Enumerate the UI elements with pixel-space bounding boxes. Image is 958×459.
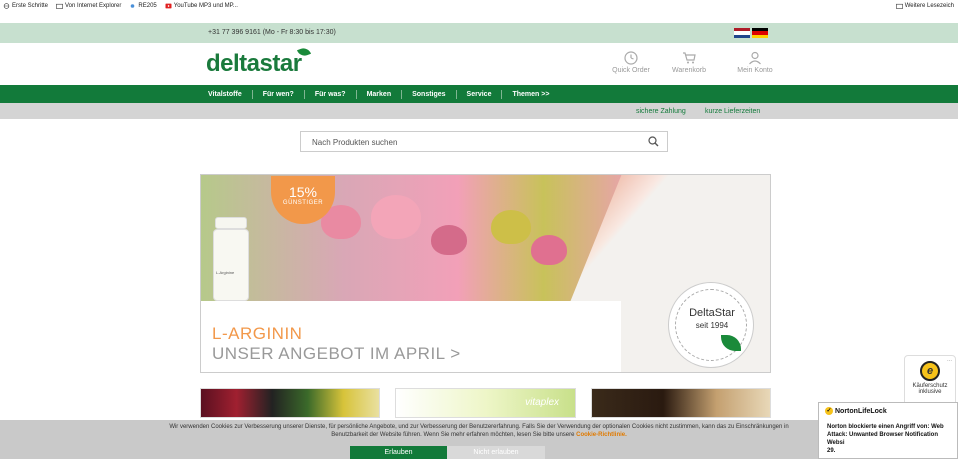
nav-item-themen[interactable]: Themen >> [502,90,559,99]
cookie-banner: Wir verwenden Cookies zur Verbesserung u… [0,420,958,459]
trust-bar: sichere Zahlung kurze Lieferzeiten [0,103,958,119]
trusted-shops-icon: e [920,361,940,381]
bookmark-youtube[interactable]: YouTube MP3 und MP... [165,3,238,9]
cart-label: Warenkorb [672,67,706,74]
nav-item-marken[interactable]: Marken [357,89,403,99]
deltastar-seal: DeltaStar seit 1994 [668,282,754,368]
phone-number: +31 77 396 9161 (Mo - Fr 8:30 bis 17:30) [208,29,336,36]
trusted-shops-badge[interactable]: ... e Käuferschutz inklusive [904,355,956,407]
search-icon[interactable] [648,136,659,147]
bookmark-label: Erste Schritte [12,3,49,9]
youtube-icon [165,3,172,9]
norton-brand: ✓ NortonLifeLock [825,407,887,415]
cookie-text-line1: Wir verwenden Cookies zur Verbesserung u… [169,424,789,430]
bookmark-erste-schritte[interactable]: Erste Schritte [3,3,48,9]
discount-text: GÜNSTIGER [282,200,324,206]
bookmark-label: Von Internet Explorer [65,3,122,9]
folder-icon [56,3,64,9]
top-info-bar: +31 77 396 9161 (Mo - Fr 8:30 bis 17:30) [0,23,958,43]
folder-icon [895,3,903,9]
promo-tile-fruits[interactable] [200,388,380,418]
bookmark-internet-explorer[interactable]: Von Internet Explorer [56,3,121,9]
secure-payment-link[interactable]: sichere Zahlung [636,108,686,115]
cart-link[interactable]: Warenkorb [664,51,714,74]
hero-banner[interactable]: 15% GÜNSTIGER L-Arginine L-ARGININ UNSER… [200,174,771,373]
seal-name: DeltaStar [689,307,735,319]
site-logo[interactable]: deltastar [206,46,311,78]
cookie-text-line2-body: Benutzbarkeit der Website führen. Wenn S… [331,432,575,438]
discount-percent: 15% [288,184,318,200]
banner-offer-link[interactable]: UNSER ANGEBOT IM APRIL > [212,344,461,364]
search-placeholder: Nach Produkten suchen [312,138,398,147]
user-icon [749,51,761,65]
bottle-label: L-Arginine [216,270,235,275]
de-flag[interactable] [752,28,768,38]
bookmark-more[interactable]: Weitere Lesezeich [895,0,954,12]
bookmarks-bar: Erste Schritte Von Internet Explorer RE2… [0,0,958,12]
quick-order-link[interactable]: Quick Order [606,51,656,74]
search-input[interactable]: Nach Produkten suchen [300,131,668,152]
norton-notification[interactable]: ✓ NortonLifeLock Norton blockierte einen… [818,402,958,459]
clock-icon [624,51,638,65]
product-bottle: L-Arginine [213,217,249,303]
nav-item-service[interactable]: Service [457,89,503,99]
nav-item-vitalstoffe[interactable]: Vitalstoffe [208,89,253,99]
banner-headline: L-ARGININ [212,324,303,343]
logo-text: deltastar [206,50,302,77]
cookie-decline-button[interactable]: Nicht erlauben [447,446,545,459]
main-nav: Vitalstoffe Für wen? Für was? Marken Son… [0,85,958,103]
bookmark-label: YouTube MP3 und MP... [173,3,238,9]
norton-message-text: Norton blockierte einen Angriff von: Web… [827,424,944,446]
cookie-accept-button[interactable]: Erlauben [350,446,447,459]
quick-order-label: Quick Order [612,67,650,74]
promo-tile-vitaplex[interactable]: vitaplex [395,388,576,418]
language-switcher [734,28,768,38]
norton-brand-label: NortonLifeLock [835,407,887,415]
globe-icon [3,3,10,9]
nl-flag[interactable] [734,28,750,38]
bookmark-re205[interactable]: RE205 [129,3,157,9]
bookmark-label: RE205 [138,3,157,9]
checkmark-icon: ✓ [825,407,833,415]
nav-item-fuer-was[interactable]: Für was? [305,89,357,99]
cart-icon [683,52,696,64]
cookie-text-line2: Benutzbarkeit der Website führen. Wenn S… [0,432,958,438]
nav-item-fuer-wen[interactable]: Für wen? [253,89,305,99]
vitaplex-logo-text: vitaplex [525,397,559,408]
nav-item-sonstiges[interactable]: Sonstiges [402,89,457,99]
plugin-icon [131,4,135,8]
buyer-protection-label: Käuferschutz inklusive [912,383,948,395]
account-link[interactable]: Mein Konto [730,51,780,74]
bookmark-more-label: Weitere Lesezeich [904,3,954,9]
more-icon[interactable]: ... [947,357,952,363]
account-label: Mein Konto [737,67,773,74]
delivery-time-link[interactable]: kurze Lieferzeiten [705,108,760,115]
norton-message: Norton blockierte einen Angriff von: Web… [827,423,957,455]
promo-tile-coffee[interactable] [591,388,771,418]
norton-message-tail: 29. [827,448,836,454]
cookie-policy-link[interactable]: Cookie-Richtlinie. [576,432,627,438]
seal-year: seit 1994 [695,321,729,330]
